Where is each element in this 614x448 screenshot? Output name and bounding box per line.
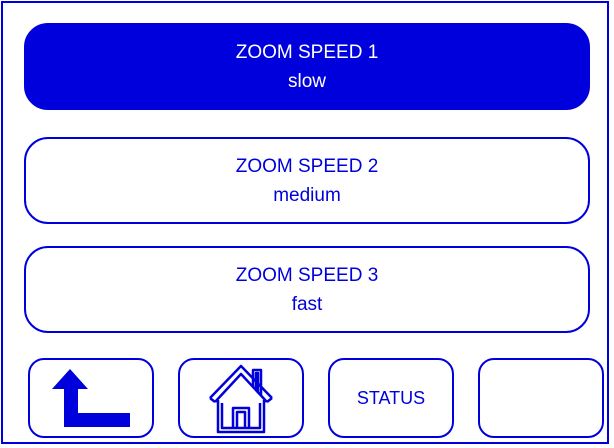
status-label: STATUS [356, 387, 426, 408]
zoom-speed-3-button[interactable]: ZOOM SPEED 3 fast [24, 246, 590, 333]
zoom-speed-3-title: ZOOM SPEED 3 [235, 264, 379, 286]
zoom-speed-2-button[interactable]: ZOOM SPEED 2 medium [24, 137, 590, 224]
back-arrow-icon [50, 367, 132, 429]
zoom-speed-1-title: ZOOM SPEED 1 [235, 41, 379, 63]
zoom-speed-3-subtitle: fast [291, 293, 323, 315]
zoom-speed-2-title: ZOOM SPEED 2 [235, 155, 379, 177]
back-button[interactable] [28, 358, 154, 438]
home-icon [206, 362, 276, 434]
zoom-speed-1-button[interactable]: ZOOM SPEED 1 slow [24, 23, 590, 110]
zoom-speed-1-subtitle: slow [287, 70, 326, 92]
status-button[interactable]: STATUS [328, 358, 454, 438]
empty-button[interactable] [478, 358, 604, 438]
home-button[interactable] [178, 358, 304, 438]
zoom-speed-2-subtitle: medium [273, 184, 341, 206]
